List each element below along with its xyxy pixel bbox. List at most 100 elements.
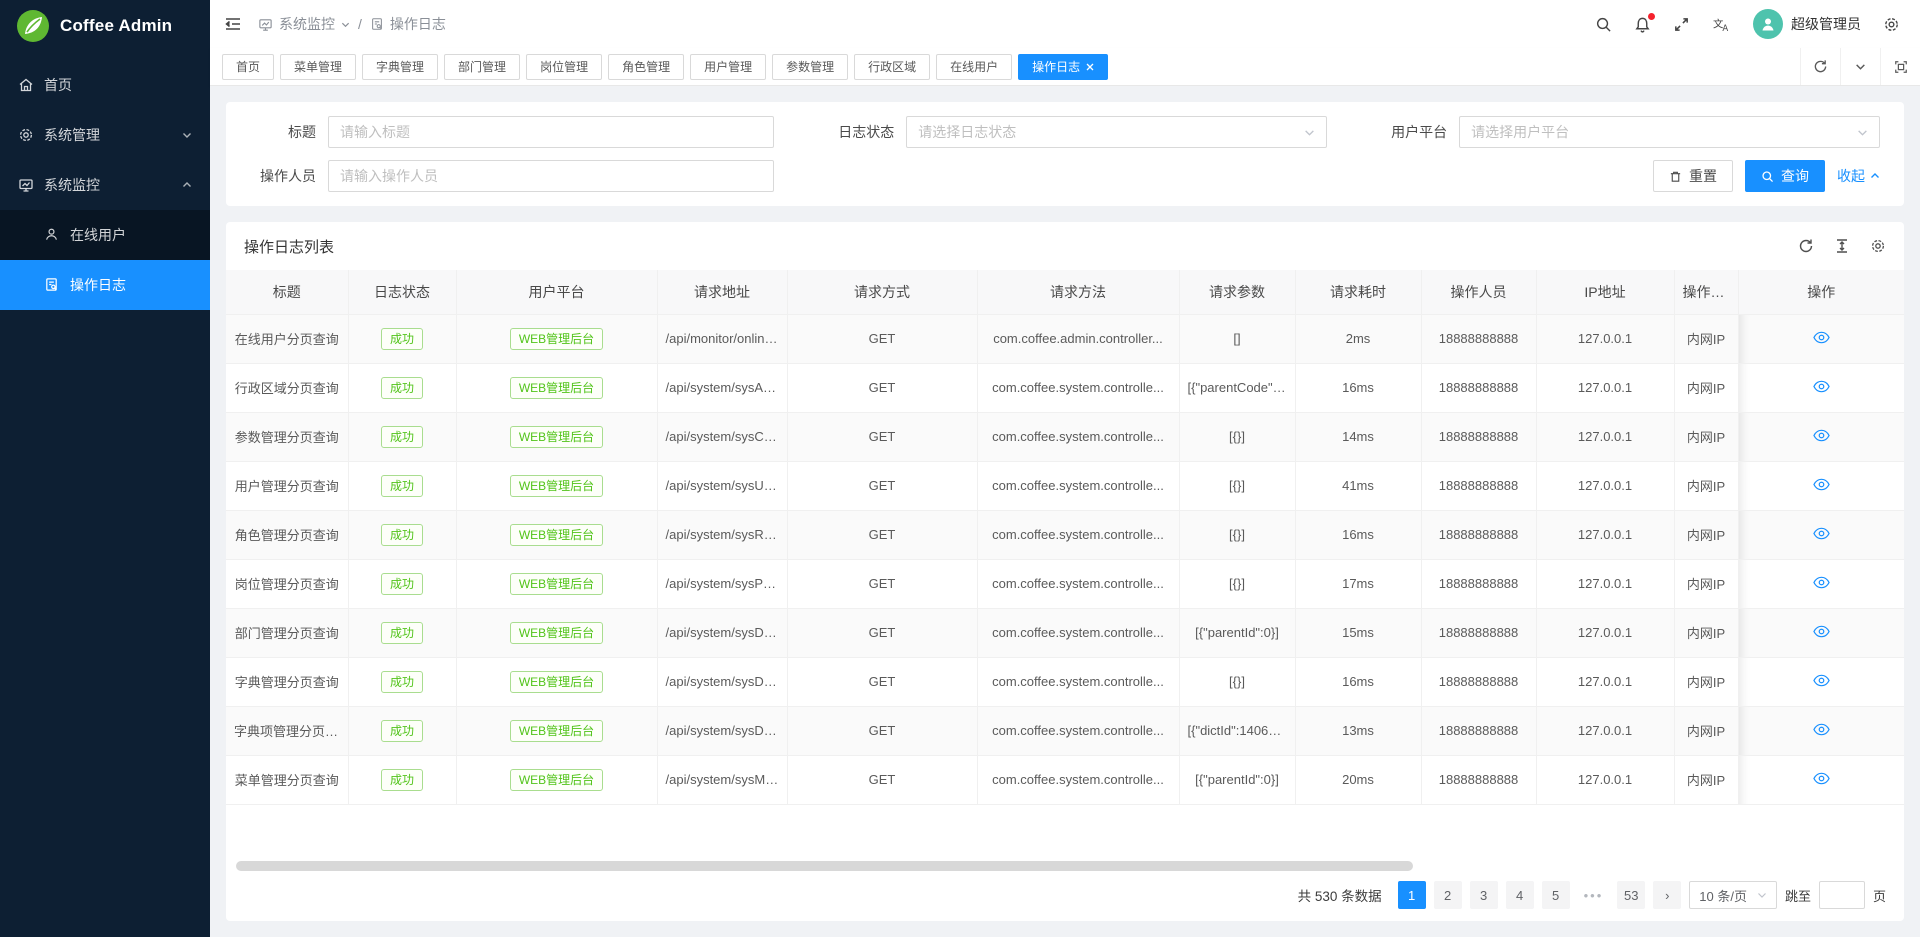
search-icon[interactable]: [1595, 16, 1612, 33]
tab[interactable]: 角色管理: [608, 54, 684, 80]
refresh-icon[interactable]: [1800, 48, 1840, 85]
collapse-form-link[interactable]: 收起: [1837, 166, 1880, 186]
operator-input[interactable]: [328, 160, 774, 192]
user-menu[interactable]: 超级管理员: [1753, 9, 1861, 39]
cell-duration: 2ms: [1295, 314, 1421, 363]
monitor-icon: [18, 177, 34, 193]
column-header[interactable]: 请求参数: [1179, 270, 1295, 314]
sidebar-item-system-management[interactable]: 系统管理: [0, 110, 210, 160]
tab[interactable]: 岗位管理: [526, 54, 602, 80]
view-detail-eye-icon[interactable]: [1813, 723, 1830, 736]
jump-page-input[interactable]: [1819, 881, 1865, 909]
page-button[interactable]: 4: [1506, 881, 1534, 909]
view-detail-eye-icon[interactable]: [1813, 625, 1830, 638]
page-button[interactable]: ›: [1653, 881, 1681, 909]
tab[interactable]: 首页: [222, 54, 274, 80]
chevron-down-icon[interactable]: [1840, 48, 1880, 85]
view-detail-eye-icon[interactable]: [1813, 380, 1830, 393]
view-detail-eye-icon[interactable]: [1813, 478, 1830, 491]
cell-platform: WEB管理后台: [456, 559, 657, 608]
status-badge: 成功: [381, 573, 423, 595]
table-row[interactable]: 参数管理分页查询 成功 WEB管理后台 /api/system/sysConfi…: [226, 412, 1904, 461]
reset-button[interactable]: 重置: [1653, 160, 1733, 192]
query-button[interactable]: 查询: [1745, 160, 1825, 192]
table-card-header: 操作日志列表: [226, 222, 1904, 270]
column-header[interactable]: 请求方式: [787, 270, 977, 314]
view-detail-eye-icon[interactable]: [1813, 674, 1830, 687]
cell-request-url: /api/system/sysPost/page: [657, 559, 787, 608]
cell-duration: 15ms: [1295, 608, 1421, 657]
tab[interactable]: 菜单管理: [280, 54, 356, 80]
page-size-select[interactable]: 10 条/页: [1689, 881, 1777, 909]
cell-request-params: [{"parentId":0}]: [1179, 608, 1295, 657]
column-settings-gear-icon[interactable]: [1870, 238, 1886, 254]
table-row[interactable]: 菜单管理分页查询 成功 WEB管理后台 /api/system/sysMenu/…: [226, 755, 1904, 804]
cell-request-handler: com.coffee.admin.controller...: [977, 314, 1179, 363]
table-row[interactable]: 岗位管理分页查询 成功 WEB管理后台 /api/system/sysPost/…: [226, 559, 1904, 608]
app-logo[interactable]: Coffee Admin: [0, 0, 210, 52]
notification-bell-icon[interactable]: [1634, 16, 1651, 33]
tab[interactable]: 部门管理: [444, 54, 520, 80]
reset-label: 重置: [1689, 166, 1717, 186]
column-header[interactable]: 操作人员: [1421, 270, 1536, 314]
page-button[interactable]: 5: [1542, 881, 1570, 909]
tab[interactable]: 在线用户: [936, 54, 1012, 80]
table-row[interactable]: 部门管理分页查询 成功 WEB管理后台 /api/system/sysDept/…: [226, 608, 1904, 657]
cell-location: 内网IP: [1674, 363, 1738, 412]
tab[interactable]: 参数管理: [772, 54, 848, 80]
sidebar-item-online-users[interactable]: 在线用户: [0, 210, 210, 260]
table-row[interactable]: 用户管理分页查询 成功 WEB管理后台 /api/system/sysUser/…: [226, 461, 1904, 510]
cell-request-method: GET: [787, 510, 977, 559]
page-button[interactable]: •••: [1578, 881, 1610, 909]
tab[interactable]: 行政区域: [854, 54, 930, 80]
column-header[interactable]: 标题: [226, 270, 348, 314]
column-header[interactable]: 操作地点: [1674, 270, 1738, 314]
table-row[interactable]: 行政区域分页查询 成功 WEB管理后台 /api/system/sysArea/…: [226, 363, 1904, 412]
cell-request-url: /api/system/sysArea/page: [657, 363, 787, 412]
tab[interactable]: 操作日志: [1018, 54, 1108, 80]
cell-operator: 18888888888: [1421, 608, 1536, 657]
page-button[interactable]: 53: [1617, 881, 1645, 909]
scrollbar-thumb[interactable]: [236, 861, 1413, 871]
log-status-select[interactable]: 请选择日志状态: [906, 116, 1327, 148]
view-detail-eye-icon[interactable]: [1813, 331, 1830, 344]
sidebar-item-operation-log[interactable]: 操作日志: [0, 260, 210, 310]
column-header[interactable]: 请求地址: [657, 270, 787, 314]
page-button[interactable]: 1: [1398, 881, 1426, 909]
page-button[interactable]: 3: [1470, 881, 1498, 909]
column-header[interactable]: 请求方法: [977, 270, 1179, 314]
page-button[interactable]: 2: [1434, 881, 1462, 909]
cell-status: 成功: [348, 755, 456, 804]
column-header[interactable]: 日志状态: [348, 270, 456, 314]
view-detail-eye-icon[interactable]: [1813, 527, 1830, 540]
table-row[interactable]: 在线用户分页查询 成功 WEB管理后台 /api/monitor/online/…: [226, 314, 1904, 363]
tab[interactable]: 用户管理: [690, 54, 766, 80]
view-detail-eye-icon[interactable]: [1813, 772, 1830, 785]
user-platform-select[interactable]: 请选择用户平台: [1459, 116, 1880, 148]
avatar: [1753, 9, 1783, 39]
refresh-icon[interactable]: [1798, 238, 1814, 254]
column-header[interactable]: 请求耗时: [1295, 270, 1421, 314]
view-detail-eye-icon[interactable]: [1813, 576, 1830, 589]
row-height-icon[interactable]: [1834, 238, 1850, 254]
settings-gear-icon[interactable]: [1883, 16, 1900, 33]
table-row[interactable]: 字典项管理分页查询 成功 WEB管理后台 /api/system/sysDict…: [226, 706, 1904, 755]
breadcrumb-parent[interactable]: 系统监控: [258, 14, 350, 34]
close-icon[interactable]: [1086, 63, 1094, 71]
column-header[interactable]: IP地址: [1536, 270, 1674, 314]
translate-icon[interactable]: 文A: [1712, 16, 1731, 33]
column-header[interactable]: 用户平台: [456, 270, 657, 314]
status-badge: 成功: [381, 769, 423, 791]
tab[interactable]: 字典管理: [362, 54, 438, 80]
table-row[interactable]: 字典管理分页查询 成功 WEB管理后台 /api/system/sysDict/…: [226, 657, 1904, 706]
sidebar-item-system-monitor[interactable]: 系统监控: [0, 160, 210, 210]
sidebar-item-home[interactable]: 首页: [0, 60, 210, 110]
view-detail-eye-icon[interactable]: [1813, 429, 1830, 442]
sidebar-item-label: 首页: [44, 75, 72, 95]
column-header[interactable]: 操作: [1738, 270, 1904, 314]
table-row[interactable]: 角色管理分页查询 成功 WEB管理后台 /api/system/sysRole/…: [226, 510, 1904, 559]
title-input[interactable]: [328, 116, 774, 148]
collapse-sidebar-icon[interactable]: [224, 15, 242, 33]
maximize-icon[interactable]: [1880, 48, 1920, 85]
fullscreen-icon[interactable]: [1673, 16, 1690, 33]
